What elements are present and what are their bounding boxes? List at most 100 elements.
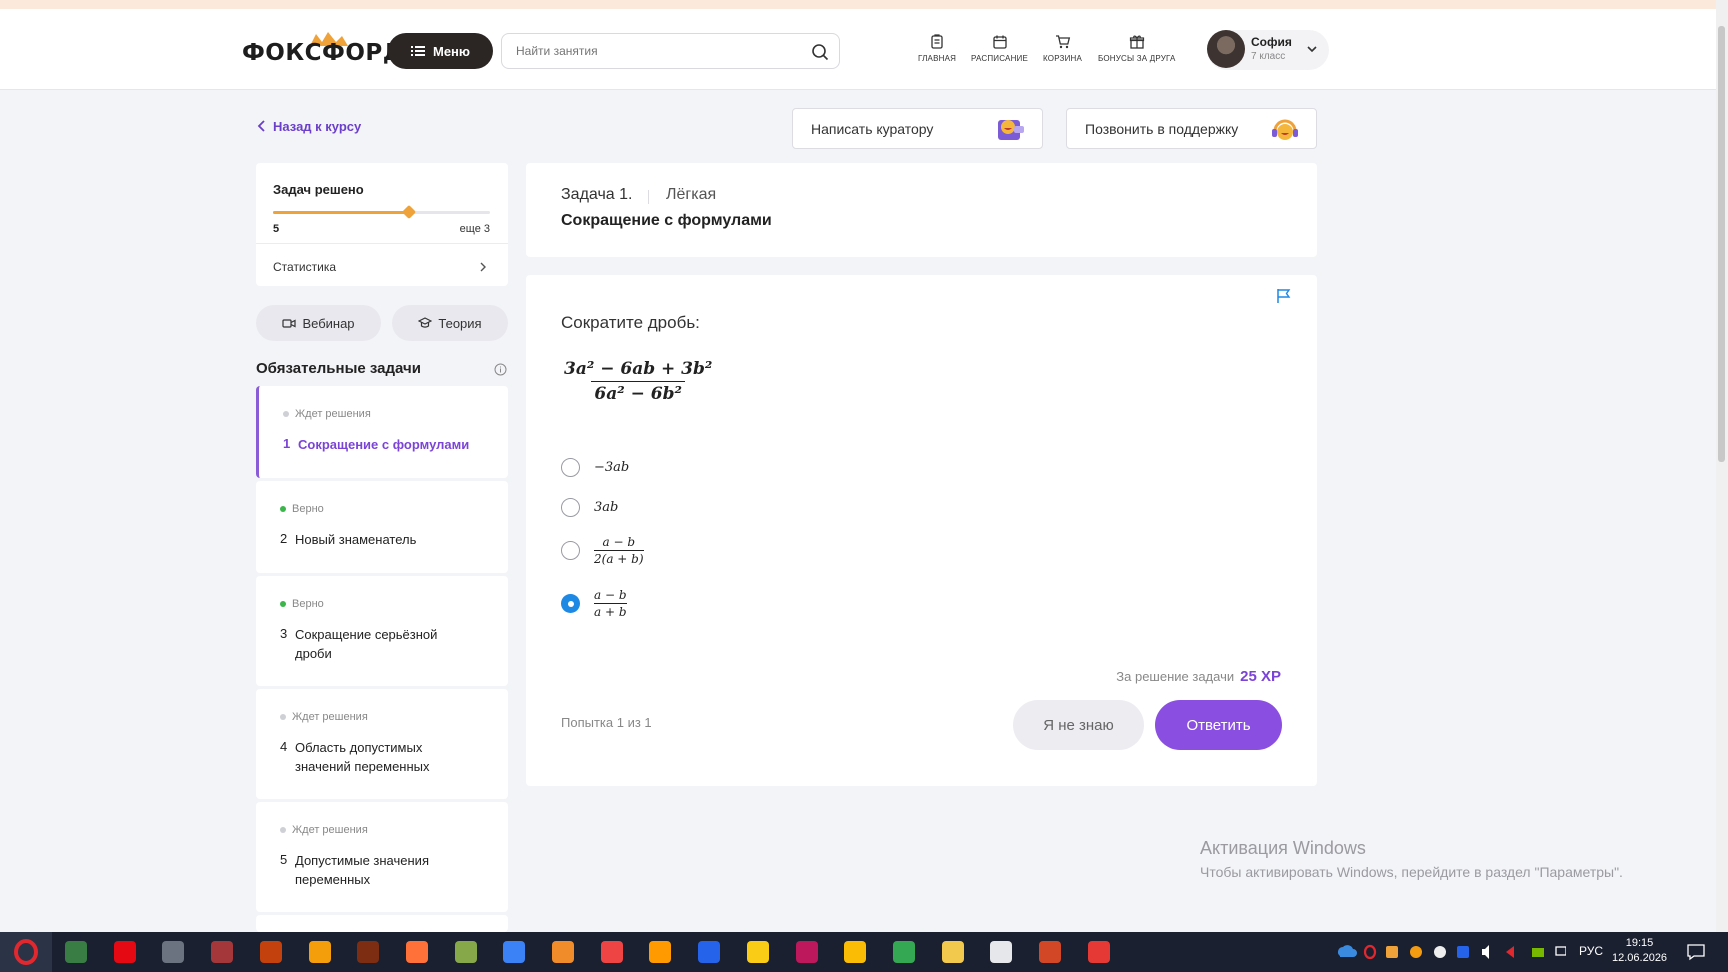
access-icon	[211, 941, 234, 963]
radio-button-selected[interactable]	[561, 594, 580, 613]
task-number-label: Задача 1.	[561, 186, 633, 203]
task-name: Сокращение серьёзной дроби	[295, 627, 438, 661]
answer-option-4[interactable]: a − b a + b	[561, 588, 627, 619]
notifications-icon[interactable]	[1686, 942, 1706, 962]
avatar	[1207, 30, 1245, 68]
answer-option-1[interactable]: −3ab	[561, 458, 629, 477]
section-title: Обязательные задачи	[256, 360, 421, 377]
chevron-down-icon	[1307, 46, 1317, 53]
chrome-icon	[844, 941, 867, 963]
taskbar-app-chrome[interactable]	[839, 936, 871, 968]
task-item-3[interactable]: Верно 3 Сокращение серьёзной дроби	[256, 576, 508, 686]
taskbar-app-yandex-music[interactable]	[742, 936, 774, 968]
indesign-icon	[795, 941, 818, 963]
taskbar-app-firefox[interactable]	[401, 936, 433, 968]
search-icon[interactable]	[811, 43, 829, 61]
submit-answer-button[interactable]: Ответить	[1155, 700, 1282, 750]
task-number: 3	[280, 626, 288, 641]
back-to-course-link[interactable]: Назад к курсу	[257, 117, 361, 135]
wps-icon	[1087, 941, 1110, 963]
opera-taskbar-button[interactable]	[0, 932, 52, 972]
statistics-link[interactable]: Статистика	[273, 260, 336, 274]
back-label: Назад к курсу	[273, 118, 362, 134]
task-card: Сократите дробь: 3a² − 6ab + 3b² 6a² − 6…	[526, 275, 1317, 786]
taskbar-app-calculator[interactable]	[157, 936, 189, 968]
nav-bonus[interactable]: БОНУСЫ ЗА ДРУГА	[1098, 34, 1176, 70]
headset-icon	[1272, 119, 1298, 140]
answer-option-3[interactable]: a − b 2(a + b)	[561, 535, 644, 566]
taskbar-app-notepad-plus[interactable]	[450, 936, 482, 968]
task-name: Область допустимых значений переменных	[295, 740, 430, 774]
status-text: Верно	[292, 598, 324, 610]
yandex-icon	[600, 941, 623, 963]
radio-button[interactable]	[561, 458, 580, 477]
taskbar-app-chrome-alt[interactable]	[888, 936, 920, 968]
illustrator-icon	[649, 941, 672, 963]
formula-denominator: 6a² − 6b²	[591, 381, 685, 404]
radio-button[interactable]	[561, 498, 580, 517]
clock-time: 19:15	[1625, 937, 1654, 949]
scrollbar-thumb[interactable]	[1718, 26, 1725, 462]
menu-button[interactable]: Меню	[388, 33, 493, 69]
info-icon[interactable]	[494, 363, 507, 376]
user-menu[interactable]: София 7 класс	[1207, 30, 1329, 70]
task-item-2[interactable]: Верно 2 Новый знаменатель	[256, 481, 508, 573]
taskbar-app-media-player[interactable]	[498, 936, 530, 968]
xp-label: За решение задачи	[1116, 669, 1235, 684]
task-number: 4	[280, 739, 288, 754]
theory-button[interactable]: Теория	[392, 305, 508, 341]
taskbar-app-file-explorer[interactable]	[937, 936, 969, 968]
taskbar-app-powerpoint[interactable]	[1034, 936, 1066, 968]
call-support-button[interactable]: Позвонить в поддержку	[1066, 108, 1317, 149]
taskbar-app-fl-studio[interactable]	[304, 936, 336, 968]
status-text: Верно	[292, 503, 324, 515]
taskbar-app-access[interactable]	[206, 936, 238, 968]
taskbar-app-notepad[interactable]	[985, 936, 1017, 968]
taskbar-app-wps[interactable]	[1083, 936, 1115, 968]
taskbar-app-indesign[interactable]	[791, 936, 823, 968]
taskbar-app-yandex[interactable]	[596, 936, 628, 968]
nav-home[interactable]: ГЛАВНАЯ	[918, 34, 956, 70]
top-stripe	[0, 0, 1728, 9]
taskbar-app-illustrator-cc[interactable]	[352, 936, 384, 968]
write-curator-button[interactable]: Написать куратору	[792, 108, 1043, 149]
xp-value: 25 XP	[1240, 668, 1281, 685]
user-grade: 7 класс	[1251, 51, 1286, 62]
taskbar-app-visio[interactable]	[693, 936, 725, 968]
hamburger-icon	[410, 46, 425, 56]
yandex-music-icon	[746, 941, 769, 963]
progress-marker	[401, 204, 416, 220]
task-status: Ждет решения	[280, 824, 368, 836]
report-flag-icon[interactable]	[1275, 287, 1293, 305]
dont-know-button[interactable]: Я не знаю	[1013, 700, 1144, 750]
search-box[interactable]	[501, 33, 840, 69]
clock-date: 12.06.2026	[1612, 952, 1668, 964]
task-number: 5	[280, 852, 288, 867]
taskbar-app-sublime[interactable]	[547, 936, 579, 968]
progress-remaining: еще 3	[459, 223, 490, 235]
taskbar-app-netflix[interactable]	[109, 936, 141, 968]
task-name: Сокращение с формулами	[298, 437, 470, 452]
webinar-button[interactable]: Вебинар	[256, 305, 381, 341]
search-input[interactable]	[516, 42, 796, 60]
task-number: 2	[280, 531, 288, 546]
task-item-6[interactable]	[256, 915, 508, 932]
task-name: Допустимые значения переменных	[295, 853, 429, 887]
task-item-5[interactable]: Ждет решения 5 Допустимые значения перем…	[256, 802, 508, 912]
powerpoint-icon	[1039, 941, 1061, 963]
answer-option-2[interactable]: 3ab	[561, 498, 618, 517]
chevron-right-icon[interactable]	[478, 262, 488, 272]
task-item-4[interactable]: Ждет решения 4 Область допустимых значен…	[256, 689, 508, 799]
call-support-label: Позвонить в поддержку	[1085, 120, 1239, 137]
nav-home-label: ГЛАВНАЯ	[918, 54, 957, 63]
logo[interactable]: ФОКСФОРД	[242, 40, 404, 70]
language-indicator[interactable]: РУС	[1579, 944, 1603, 958]
taskbar-app-illustrator[interactable]	[644, 936, 676, 968]
taskbar-app-foxit[interactable]	[255, 936, 287, 968]
radio-button[interactable]	[561, 541, 580, 560]
nav-cart[interactable]: КОРЗИНА	[1043, 34, 1082, 70]
clock[interactable]: 19:15 12.06.2026	[1612, 936, 1667, 966]
taskbar-app-ms-store[interactable]	[60, 936, 92, 968]
task-item-1[interactable]: Ждет решения 1 Сокращение с формулами	[256, 386, 508, 478]
nav-schedule[interactable]: РАСПИСАНИЕ	[971, 34, 1028, 70]
